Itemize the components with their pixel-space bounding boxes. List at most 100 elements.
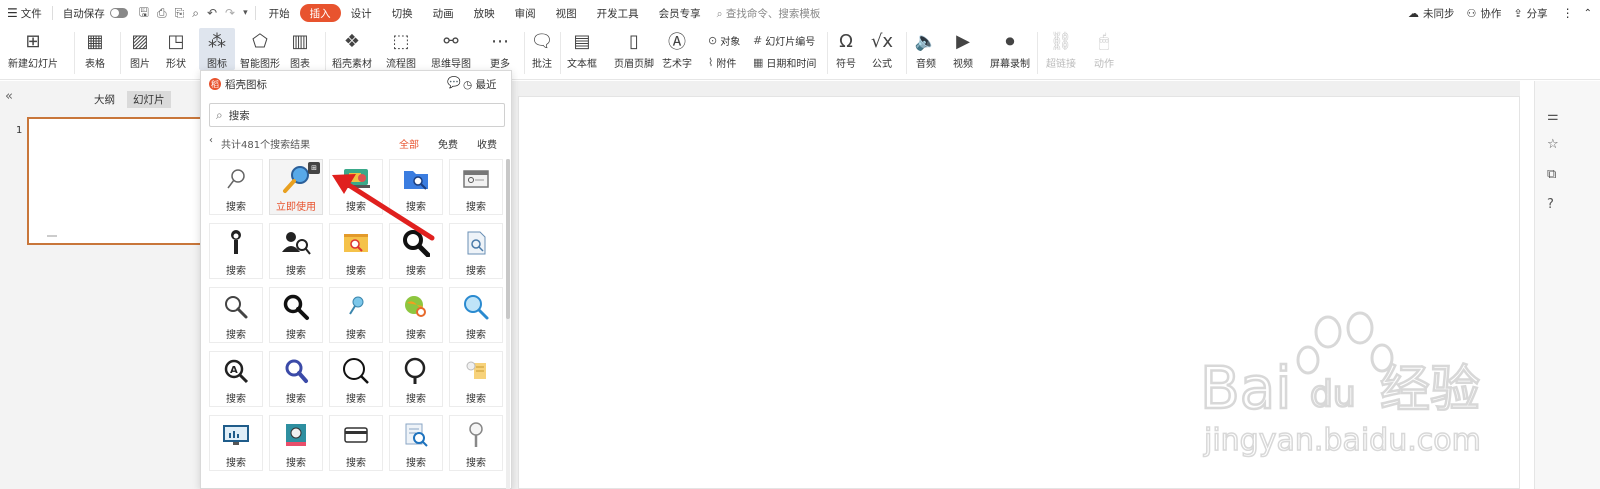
chevron-left-icon[interactable]: ‹ [209, 135, 213, 146]
icon-result-item[interactable]: 搜索 [209, 287, 263, 343]
icon-result-item[interactable]: 搜索 [269, 415, 323, 471]
icon-result-item[interactable]: 搜索 [389, 287, 443, 343]
tab-design[interactable]: 设计 [341, 4, 382, 22]
icon-result-item[interactable]: 搜索 [449, 223, 503, 279]
audio-button[interactable]: 🔈 音频 [914, 28, 938, 71]
icon-result-item[interactable]: 搜索 [449, 415, 503, 471]
header-footer-button[interactable]: ▯ 页眉页脚 [614, 28, 654, 71]
panel-scrollbar-thumb[interactable] [506, 159, 510, 319]
autosave-toggle[interactable]: 自动保存 [56, 0, 135, 26]
icon-result-item[interactable]: A 搜索 [209, 351, 263, 407]
material-button[interactable]: ❖ 稻壳素材 [332, 28, 372, 71]
icon-result-item[interactable]: 搜索 [269, 351, 323, 407]
use-now-label[interactable]: 立即使用 [276, 198, 316, 213]
filter-paid[interactable]: 收费 [477, 136, 497, 151]
double-chevron-left-icon[interactable]: « [5, 89, 13, 104]
datetime-button[interactable]: ▦ 日期和时间 [753, 55, 816, 70]
icon-button[interactable]: ⁂ 图标 [199, 28, 235, 70]
share-label[interactable]: 分享 [1527, 6, 1548, 21]
undo-icon[interactable]: ↶ [203, 6, 221, 20]
round-magnifier-icon [402, 354, 430, 388]
tab-view[interactable]: 视图 [546, 4, 587, 22]
icon-result-item[interactable]: 搜索 [269, 223, 323, 279]
filter-all[interactable]: 全部 [399, 136, 419, 151]
command-search[interactable]: ⌕ 查找命令、搜索模板 [717, 6, 821, 21]
card-icon [343, 418, 369, 452]
tab-review[interactable]: 审阅 [505, 4, 546, 22]
tab-slides[interactable]: 幻灯片 [127, 91, 171, 108]
icon-result-item[interactable]: 搜索 [449, 287, 503, 343]
shape-button[interactable]: ◳ 形状 [164, 28, 188, 71]
file-menu[interactable]: ☰ 文件 [0, 0, 49, 26]
comment-button[interactable]: 🗨 批注 [530, 28, 554, 71]
smartart-button[interactable]: ⬠ 智能图形 [240, 28, 280, 71]
icon-result-item[interactable]: 搜索 [329, 351, 383, 407]
icon-result-item[interactable]: 搜索 [389, 351, 443, 407]
attachment-button[interactable]: ⌇ 附件 [708, 55, 736, 70]
print-preview-icon[interactable]: ⌕ [188, 6, 203, 21]
chat-icon[interactable]: 💬 [447, 76, 461, 89]
print-icon[interactable]: ⎘ [171, 6, 189, 21]
export-pdf-icon[interactable]: ⎙ [153, 6, 171, 21]
symbol-button[interactable]: Ω 符号 [834, 28, 858, 71]
picture-button[interactable]: ▨ 图片 [128, 28, 152, 71]
icon-result-item[interactable]: 搜索 [389, 415, 443, 471]
icon-result-item[interactable]: 搜索 [449, 351, 503, 407]
slide-number-button[interactable]: # 幻灯片编号 [753, 33, 815, 48]
new-slide-label: 新建幻灯片 [8, 59, 58, 70]
chevron-down-icon[interactable]: ▾ [239, 8, 252, 18]
save-icon[interactable]: 🖫 [135, 3, 153, 24]
tab-member[interactable]: 会员专享 [649, 4, 711, 22]
mindmap-button[interactable]: ⚯ 思维导图 [431, 28, 471, 71]
action-button[interactable]: 🖱 动作 [1092, 28, 1116, 71]
animation-panel-icon[interactable]: ⧉ [1547, 167, 1556, 182]
icon-result-label: 搜索 [226, 266, 246, 277]
properties-icon[interactable]: ⚌ [1547, 109, 1559, 124]
icon-search-box[interactable]: ⌕ [209, 103, 505, 127]
book-search-icon [282, 418, 310, 452]
formula-button[interactable]: √x 公式 [870, 28, 894, 71]
hyperlink-button[interactable]: ⛓ 超链接 [1046, 28, 1076, 71]
collapse-ribbon-icon[interactable]: ⌃ [1584, 8, 1592, 19]
icon-search-input[interactable] [228, 109, 479, 121]
tab-home[interactable]: 开始 [259, 4, 300, 22]
pin-icon[interactable]: ☆ [1547, 137, 1559, 152]
flowchart-button[interactable]: ⬚ 流程图 [386, 28, 416, 71]
icon-result-item[interactable]: 搜索 [209, 159, 263, 215]
filter-free[interactable]: 免费 [438, 136, 458, 151]
screen-record-button[interactable]: ⏺ 屏幕录制 [990, 28, 1030, 71]
icon-result-item[interactable]: 搜索 [269, 287, 323, 343]
textbox-button[interactable]: ▤ 文本框 [567, 28, 597, 71]
icon-result-item[interactable]: 搜索 [449, 159, 503, 215]
more-button[interactable]: ⋯ 更多 [488, 28, 512, 71]
object-button[interactable]: ⊙ 对象 [708, 33, 740, 48]
icon-result-item[interactable]: 搜索 [329, 415, 383, 471]
collab-label[interactable]: 协作 [1480, 6, 1501, 21]
table-button[interactable]: ▦ 表格 [83, 28, 107, 71]
slide-thumbnail[interactable] [27, 117, 205, 245]
more-vertical-icon[interactable]: ⋮ [1562, 6, 1574, 20]
icon-result-item[interactable]: 搜索 [329, 287, 383, 343]
new-slide-button[interactable]: ⊞ 新建幻灯片 [8, 28, 58, 71]
tab-transition[interactable]: 切换 [382, 4, 423, 22]
tab-outline[interactable]: 大纲 [88, 91, 121, 108]
tab-slideshow[interactable]: 放映 [464, 4, 505, 22]
tab-insert[interactable]: 插入 [299, 4, 341, 22]
tab-animation[interactable]: 动画 [423, 4, 464, 22]
bar-chart-icon: ▥ [291, 30, 309, 52]
icon-result-item-hovered[interactable]: ⊞ 立即使用 [269, 159, 323, 215]
video-button[interactable]: ▶ 视频 [951, 28, 975, 71]
vertical-scrollbar[interactable] [1520, 81, 1534, 489]
sync-label[interactable]: 未同步 [1423, 6, 1455, 21]
icon-result-item[interactable]: 搜索 [209, 415, 263, 471]
help-icon[interactable]: ? [1547, 197, 1554, 212]
symbol-label: 符号 [836, 59, 856, 70]
wordart-button[interactable]: Ⓐ 艺术字 [662, 28, 692, 70]
chart-button[interactable]: ▥ 图表 [288, 28, 312, 71]
tab-developer[interactable]: 开发工具 [587, 4, 649, 22]
icon-result-item[interactable]: 搜索 [209, 223, 263, 279]
recent-button[interactable]: ◷ 最近 [463, 77, 497, 92]
redo-icon[interactable]: ↷ [221, 6, 239, 20]
panel-scrollbar[interactable] [506, 159, 510, 489]
slides-pane: « 大纲 幻灯片 1 [0, 81, 205, 489]
